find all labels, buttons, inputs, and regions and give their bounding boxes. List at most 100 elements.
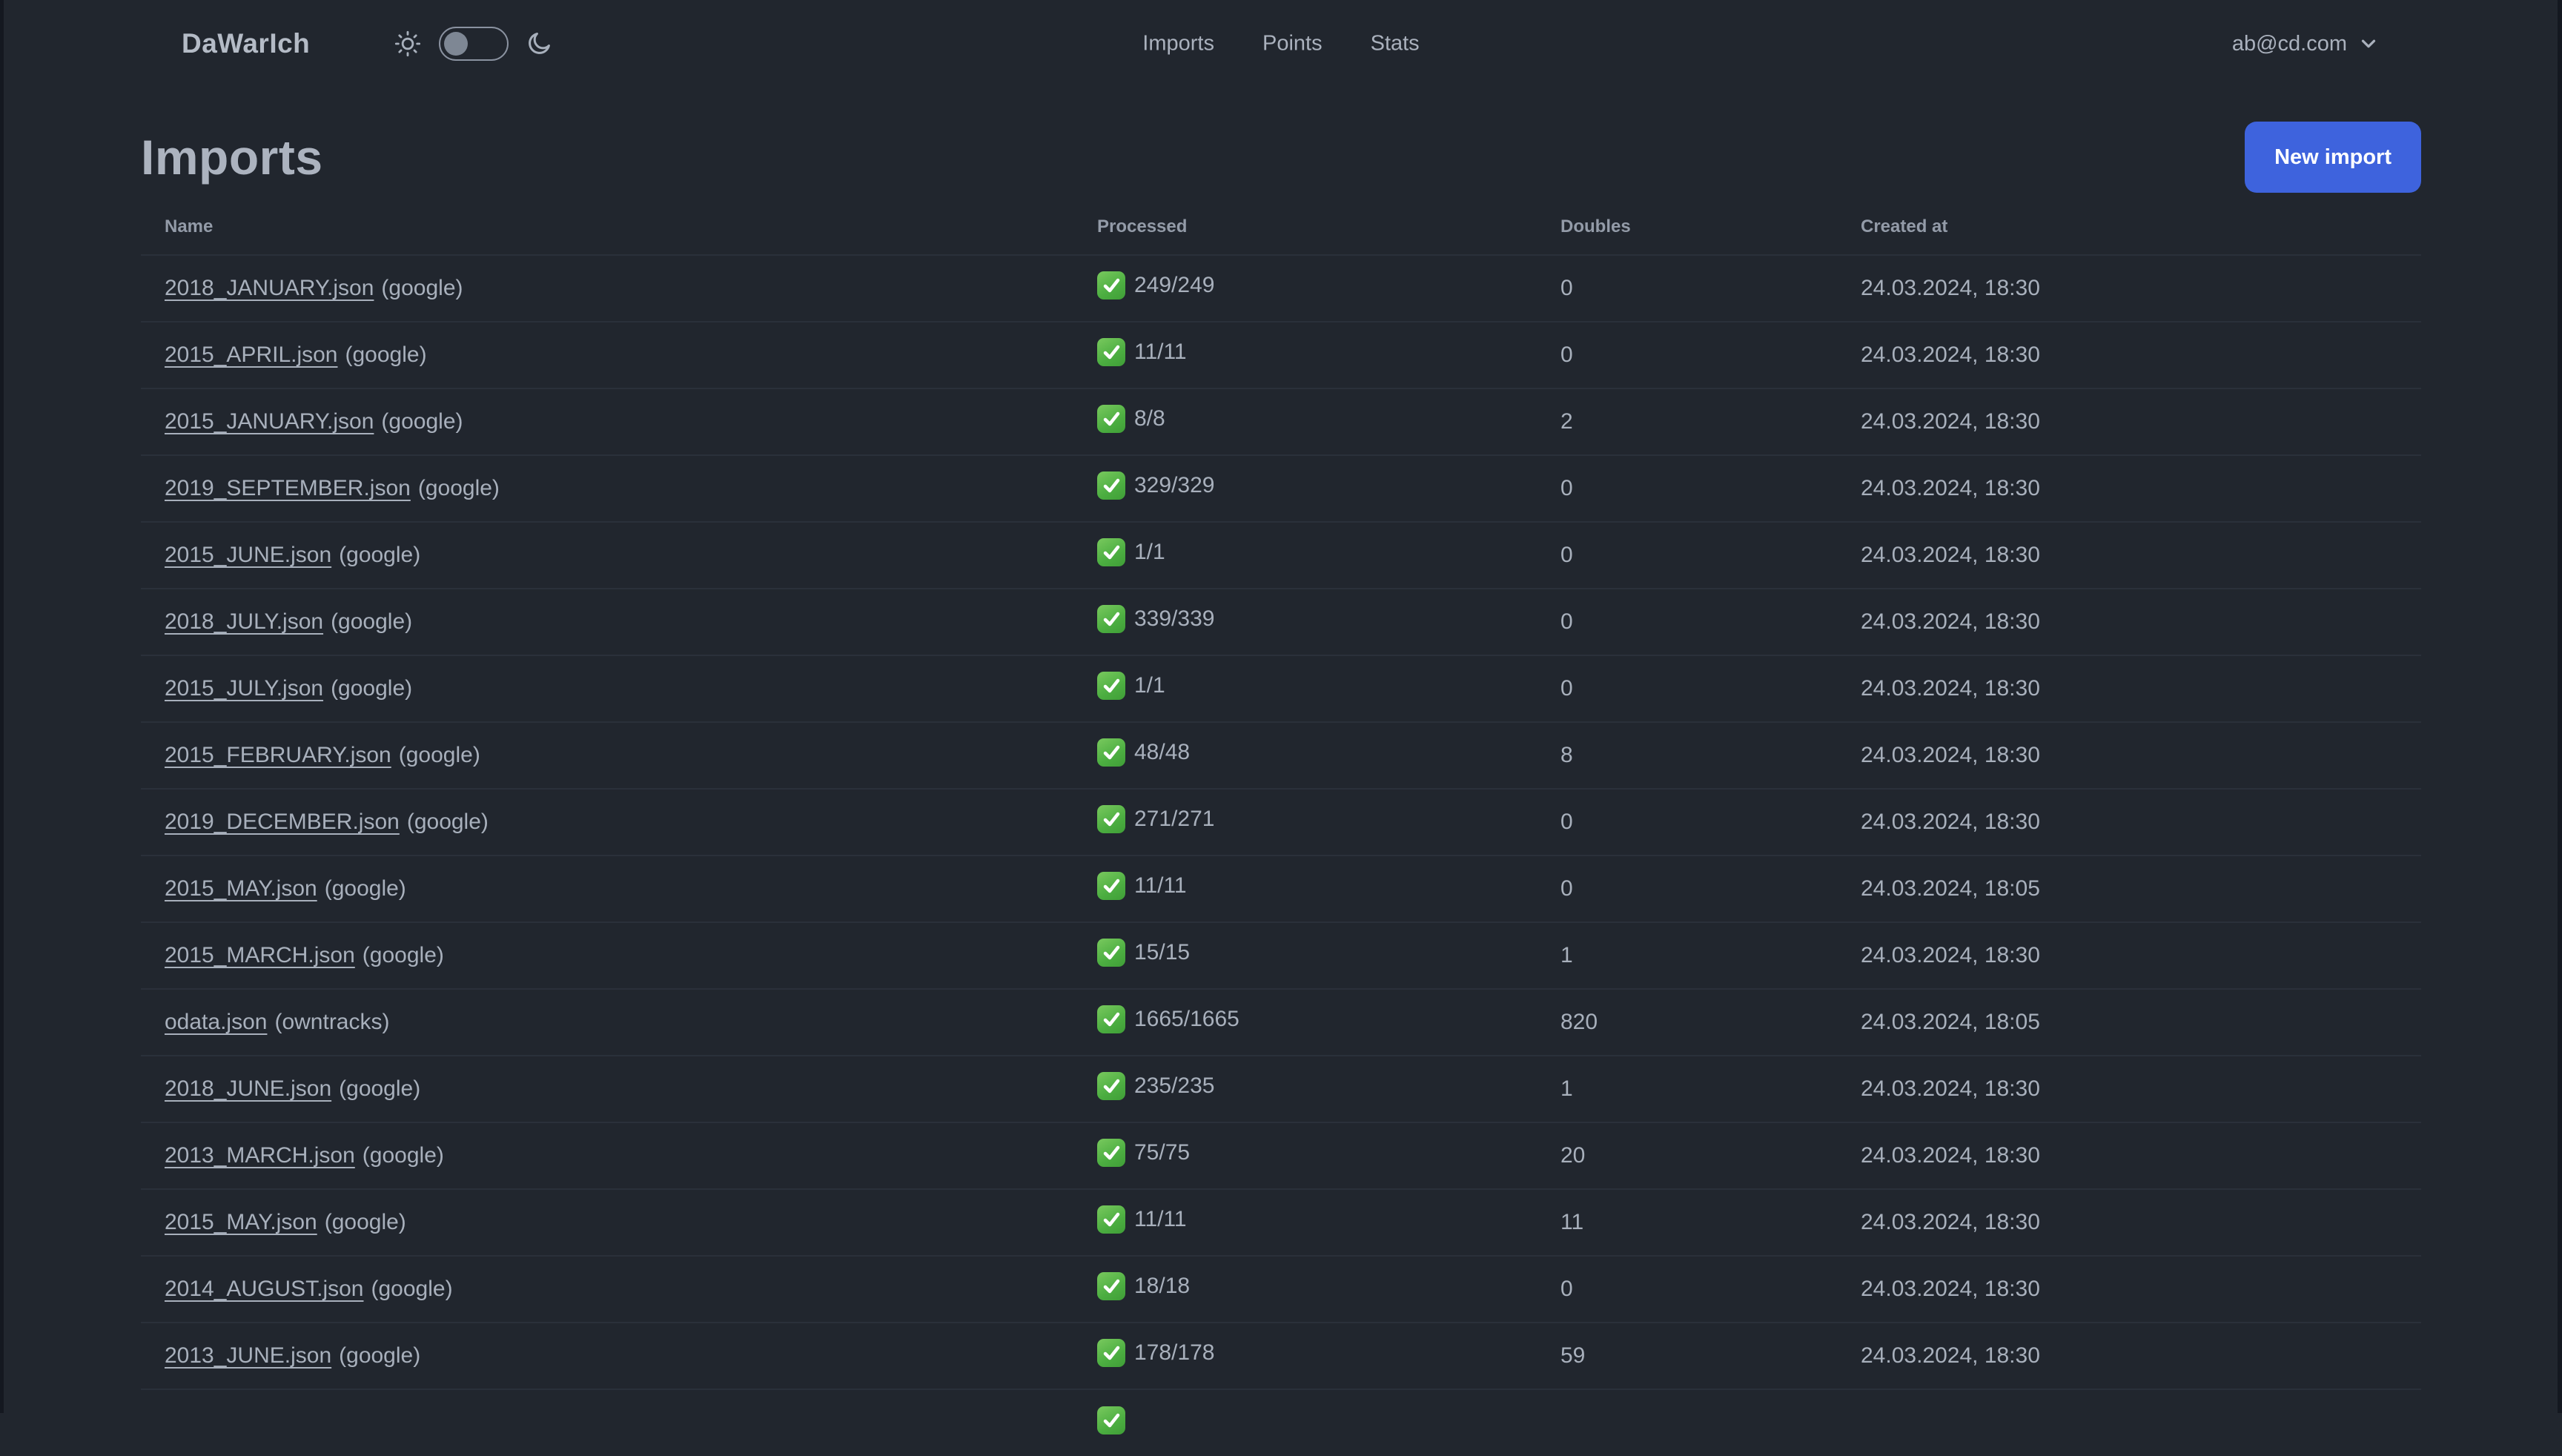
window-right-edge bbox=[2558, 0, 2562, 1413]
name-cell: 2015_JUNE.json (google) bbox=[141, 521, 1073, 589]
new-import-button[interactable]: New import bbox=[2245, 122, 2421, 193]
import-file-link[interactable]: 2015_JULY.json bbox=[165, 676, 323, 701]
import-file-link[interactable]: 2013_MARCH.json bbox=[165, 1143, 355, 1168]
processed-count: 75/75 bbox=[1134, 1140, 1191, 1165]
import-file-link[interactable]: 2018_JUNE.json bbox=[165, 1076, 331, 1101]
table-row: 2015_MARCH.json (google) 15/15 1 24.03.20… bbox=[141, 921, 2421, 989]
import-file-link[interactable]: 2015_JUNE.json bbox=[165, 543, 331, 567]
processed-cell: 1/1 bbox=[1073, 521, 1537, 589]
name-cell: 2013_MARCH.json (google) bbox=[141, 1122, 1073, 1189]
column-header-created-at: Created at bbox=[1861, 216, 1948, 236]
page-title: Imports bbox=[141, 130, 323, 185]
import-source-label: (owntracks) bbox=[274, 1010, 390, 1034]
import-file-link[interactable]: 2015_MAY.json bbox=[165, 1210, 317, 1234]
created-at-cell bbox=[1837, 1389, 2421, 1456]
name-cell: 2015_MAY.json (google) bbox=[141, 1188, 1073, 1256]
processed-cell: 15/15 bbox=[1073, 921, 1537, 989]
processed-cell: 11/11 bbox=[1073, 1188, 1537, 1256]
processed-count: 11/11 bbox=[1134, 873, 1187, 898]
table-row: 2015_APRIL.json (google) 11/11 0 24.03.20… bbox=[141, 321, 2421, 388]
user-menu[interactable]: ab@cd.com bbox=[2232, 32, 2380, 56]
import-file-link[interactable]: 2015_FEBRUARY.json bbox=[165, 743, 391, 767]
nav-link-imports[interactable]: Imports bbox=[1142, 32, 1214, 56]
import-source-label: (google) bbox=[417, 476, 500, 500]
import-file-link[interactable]: 2018_JANUARY.json bbox=[165, 276, 374, 300]
nav-link-stats[interactable]: Stats bbox=[1371, 32, 1420, 56]
check-mark-icon bbox=[1097, 1339, 1125, 1367]
doubles-cell: 0 bbox=[1537, 1255, 1837, 1323]
processed-count: 18/18 bbox=[1134, 1274, 1191, 1298]
import-file-link[interactable]: 2015_MAY.json bbox=[165, 876, 317, 901]
column-header-processed: Processed bbox=[1097, 216, 1188, 236]
check-mark-icon bbox=[1097, 271, 1125, 300]
created-at-cell: 24.03.2024, 18:30 bbox=[1837, 254, 2421, 322]
import-file-link[interactable]: 2015_MARCH.json bbox=[165, 943, 355, 967]
processed-cell bbox=[1073, 1389, 1537, 1456]
import-file-link[interactable]: 2019_DECEMBER.json bbox=[165, 810, 400, 834]
check-mark-icon bbox=[1097, 338, 1125, 366]
table-row: 2019_DECEMBER.json (google) 271/271 0 24.… bbox=[141, 788, 2421, 856]
processed-count: 11/11 bbox=[1134, 340, 1187, 364]
doubles-cell bbox=[1537, 1389, 1837, 1456]
theme-toggle-switch[interactable] bbox=[439, 27, 509, 61]
processed-count: 48/48 bbox=[1134, 740, 1191, 764]
import-source-label: (google) bbox=[362, 943, 444, 967]
created-at-cell: 24.03.2024, 18:05 bbox=[1837, 988, 2421, 1056]
table-row: 2013_MARCH.json (google) 75/75 20 24.03.2… bbox=[141, 1122, 2421, 1189]
import-file-link[interactable]: 2018_JULY.json bbox=[165, 609, 323, 634]
name-cell: 2015_FEBRUARY.json (google) bbox=[141, 721, 1073, 789]
processed-count: 15/15 bbox=[1134, 940, 1191, 964]
name-cell: 2019_DECEMBER.json (google) bbox=[141, 788, 1073, 856]
nav-link-points[interactable]: Points bbox=[1262, 32, 1323, 56]
import-file-link[interactable]: 2013_JUNE.json bbox=[165, 1343, 331, 1368]
title-row: Imports New import bbox=[141, 122, 2421, 193]
import-source-label: (google) bbox=[406, 810, 489, 834]
import-source-label: (google) bbox=[398, 743, 480, 767]
import-source-label: (google) bbox=[339, 1343, 421, 1368]
theme-toggle-knob[interactable] bbox=[444, 31, 469, 56]
created-at-cell: 24.03.2024, 18:30 bbox=[1837, 1122, 2421, 1189]
main-nav: Imports Points Stats bbox=[1142, 32, 1419, 56]
import-file-link[interactable]: 2019_SEPTEMBER.json bbox=[165, 476, 411, 500]
processed-cell: 1665/1665 bbox=[1073, 988, 1537, 1056]
app-logo[interactable]: DaWarIch bbox=[182, 28, 310, 59]
processed-cell: 1/1 bbox=[1073, 655, 1537, 722]
import-source-label: (google) bbox=[381, 409, 463, 434]
user-email[interactable]: ab@cd.com bbox=[2232, 32, 2347, 56]
table-row: 2018_JULY.json (google) 339/339 0 24.03.2… bbox=[141, 588, 2421, 655]
table-row-partial bbox=[141, 1389, 2421, 1456]
table-row: odata.json (owntracks) 1665/1665 820 24.0… bbox=[141, 988, 2421, 1056]
doubles-cell: 2 bbox=[1537, 388, 1837, 455]
import-file-link[interactable]: odata.json bbox=[165, 1010, 267, 1034]
processed-cell: 18/18 bbox=[1073, 1255, 1537, 1323]
check-mark-icon bbox=[1097, 872, 1125, 900]
doubles-cell: 59 bbox=[1537, 1322, 1837, 1389]
created-at-cell: 24.03.2024, 18:30 bbox=[1837, 1255, 2421, 1323]
table-row: 2015_JULY.json (google) 1/1 0 24.03.2024,… bbox=[141, 655, 2421, 722]
import-file-link[interactable]: 2015_JANUARY.json bbox=[165, 409, 374, 434]
check-mark-icon bbox=[1097, 1139, 1125, 1167]
table-row: 2015_JANUARY.json (google) 8/8 2 24.03.20… bbox=[141, 388, 2421, 455]
doubles-cell: 0 bbox=[1537, 655, 1837, 722]
created-at-cell: 24.03.2024, 18:30 bbox=[1837, 454, 2421, 522]
processed-cell: 271/271 bbox=[1073, 788, 1537, 856]
column-header-name: Name bbox=[165, 216, 214, 236]
processed-cell: 75/75 bbox=[1073, 1122, 1537, 1189]
import-file-link[interactable]: 2015_APRIL.json bbox=[165, 343, 338, 367]
import-file-link[interactable]: 2014_AUGUST.json bbox=[165, 1277, 363, 1301]
doubles-cell: 20 bbox=[1537, 1122, 1837, 1189]
created-at-cell: 24.03.2024, 18:30 bbox=[1837, 321, 2421, 388]
processed-cell: 11/11 bbox=[1073, 855, 1537, 922]
name-cell: 2015_JANUARY.json (google) bbox=[141, 388, 1073, 455]
processed-count: 1/1 bbox=[1134, 540, 1165, 564]
import-source-label: (google) bbox=[331, 676, 413, 701]
table-row: 2018_JANUARY.json (google) 249/249 0 24.0… bbox=[141, 254, 2421, 322]
created-at-cell: 24.03.2024, 18:30 bbox=[1837, 388, 2421, 455]
processed-count: 8/8 bbox=[1134, 406, 1165, 431]
created-at-cell: 24.03.2024, 18:30 bbox=[1837, 1322, 2421, 1389]
processed-cell: 249/249 bbox=[1073, 254, 1537, 322]
processed-cell: 11/11 bbox=[1073, 321, 1537, 388]
column-header-doubles: Doubles bbox=[1560, 216, 1631, 236]
created-at-cell: 24.03.2024, 18:30 bbox=[1837, 921, 2421, 989]
import-source-label: (google) bbox=[345, 343, 427, 367]
